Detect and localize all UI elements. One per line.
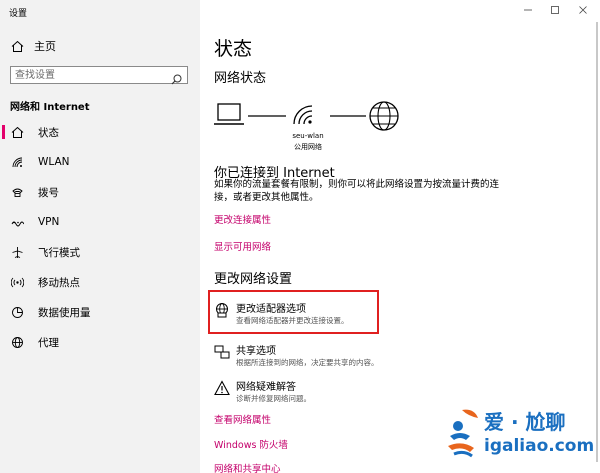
sidebar-item-label: 移动热点: [38, 276, 80, 289]
sidebar-item-status[interactable]: 状态: [0, 121, 200, 143]
minimize-button[interactable]: [518, 2, 538, 18]
sidebar-item-label: 飞行模式: [38, 246, 80, 259]
sidebar-item-hotspot[interactable]: 移动热点: [0, 271, 200, 293]
option-description: 根据所连接到的网络，决定要共享的内容。: [236, 358, 379, 367]
sidebar-item-label: 状态: [38, 126, 59, 139]
sharing-options-item[interactable]: 共享选项 根据所连接到的网络，决定要共享的内容。: [212, 338, 572, 374]
network-diagram: seu-wlan 公用网络: [214, 96, 414, 156]
option-description: 诊断并修复网络问题。: [236, 394, 311, 403]
watermark-site: igaliao.com: [484, 436, 595, 456]
option-description: 查看网络适配器并更改连接设置。: [236, 316, 349, 325]
sidebar-item-label: 拨号: [38, 186, 59, 199]
change-connection-properties-link[interactable]: 更改连接属性: [214, 212, 271, 226]
maximize-button[interactable]: [545, 2, 565, 18]
show-available-networks-link[interactable]: 显示可用网络: [214, 239, 271, 253]
airplane-icon: [10, 245, 24, 259]
network-sharing-center-link[interactable]: 网络和共享中心: [214, 461, 281, 473]
sidebar-section-title: 网络和 Internet: [10, 102, 90, 113]
watermark-logo: [448, 409, 478, 458]
search-input[interactable]: [15, 68, 165, 82]
internet-globe-icon: [369, 101, 399, 131]
page-title: 状态: [214, 38, 253, 60]
sidebar-item-vpn[interactable]: VPN: [0, 211, 200, 233]
sidebar-item-label: WLAN: [38, 156, 70, 168]
sidebar-home[interactable]: 主页: [10, 36, 56, 56]
window-title: 设置: [9, 9, 28, 19]
search-box[interactable]: [10, 66, 188, 85]
search-icon[interactable]: [171, 70, 182, 85]
hotspot-icon: [10, 275, 24, 289]
network-name: seu-wlan: [292, 132, 324, 140]
home-icon: [10, 39, 24, 53]
watermark: 爱 · 尬聊 igaliao.com: [444, 404, 600, 464]
sidebar-item-label: 数据使用量: [38, 306, 91, 319]
close-button[interactable]: [573, 2, 593, 18]
laptop-icon: [214, 103, 244, 125]
warning-icon: [214, 380, 230, 396]
view-network-properties-link[interactable]: 查看网络属性: [214, 412, 271, 426]
option-title: 共享选项: [236, 346, 276, 357]
connected-description: 如果你的流量套餐有限制，则你可以将此网络设置为按流量计费的连接，或者更改其他属性…: [214, 179, 500, 203]
wifi-signal-icon: [293, 105, 313, 125]
change-settings-heading: 更改网络设置: [214, 272, 293, 287]
sidebar-item-wlan[interactable]: WLAN: [0, 151, 200, 173]
data-usage-icon: [10, 305, 24, 319]
scrollbar[interactable]: [596, 22, 598, 462]
globe-icon: [10, 335, 24, 349]
sidebar-home-label: 主页: [34, 40, 56, 53]
option-title: 更改适配器选项: [236, 304, 306, 315]
sidebar-item-data-usage[interactable]: 数据使用量: [0, 301, 200, 323]
sidebar-item-proxy[interactable]: 代理: [0, 331, 200, 353]
dialup-icon: [10, 185, 24, 199]
sidebar-item-label: 代理: [38, 336, 59, 349]
windows-firewall-link[interactable]: Windows 防火墙: [214, 437, 288, 451]
network-type: 公用网络: [294, 143, 322, 151]
sidebar-item-label: VPN: [38, 216, 60, 228]
sidebar-item-airplane[interactable]: 飞行模式: [0, 241, 200, 263]
adapter-options-item[interactable]: 更改适配器选项 查看网络适配器并更改连接设置。: [212, 296, 572, 332]
status-icon: [10, 125, 24, 139]
vpn-icon: [10, 215, 24, 229]
settings-window: 设置 主页 网络和 Internet 状态 WLAN: [0, 0, 600, 473]
watermark-brand: 爱 · 尬聊: [484, 410, 566, 434]
wifi-icon: [10, 155, 24, 169]
sharing-icon: [214, 344, 230, 360]
sidebar-item-dialup[interactable]: 拨号: [0, 181, 200, 203]
network-status-heading: 网络状态: [214, 71, 267, 86]
sidebar: 设置 主页 网络和 Internet 状态 WLAN: [0, 0, 200, 473]
adapter-icon: [214, 302, 230, 318]
option-title: 网络疑难解答: [236, 382, 296, 393]
main-panel: 状态 网络状态 seu-wlan 公用网络 你已连接到 Internet 如果你…: [200, 0, 600, 473]
